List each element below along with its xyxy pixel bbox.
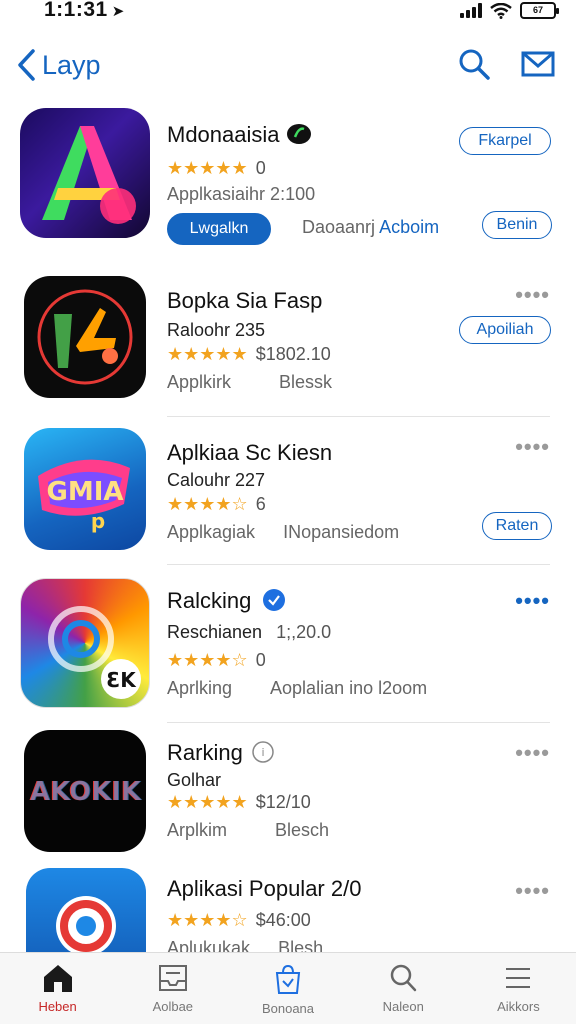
info-badge-icon: i bbox=[252, 741, 274, 763]
app-name: Aplkiaa Sc Kiesn bbox=[167, 440, 333, 465]
app-meta: Reschianen 1;,20.0 bbox=[167, 622, 332, 642]
mail-icon[interactable] bbox=[520, 46, 556, 82]
tab-label: Heben bbox=[38, 999, 77, 1014]
status-time: 1:1:31 ➤ bbox=[44, 0, 125, 21]
app-logo-icon: ƐK bbox=[48, 606, 141, 699]
house-icon bbox=[43, 965, 72, 992]
app-logo-icon bbox=[37, 289, 133, 385]
list-item[interactable]: AKOKIK AKOKIK Rarking i Golhar ★★★★★ $12/… bbox=[0, 730, 576, 880]
more-options-icon[interactable]: •••• bbox=[515, 434, 550, 460]
app-name: Rarking i bbox=[167, 740, 275, 766]
search-icon bbox=[390, 964, 417, 992]
action-button[interactable]: Fkarpel bbox=[459, 127, 551, 155]
status-bar: 1:1:31 ➤ 67 bbox=[0, 0, 576, 26]
svg-text:i: i bbox=[261, 746, 264, 759]
search-icon[interactable] bbox=[456, 46, 492, 82]
signal-icon bbox=[460, 3, 482, 18]
secondary-button[interactable]: Benin bbox=[482, 211, 552, 239]
status-icons: 67 bbox=[460, 2, 559, 19]
more-options-icon[interactable]: •••• bbox=[515, 740, 550, 766]
app-meta: Applkasiaihr 2:100 bbox=[167, 184, 316, 204]
app-name: Mdonaaisia bbox=[167, 122, 312, 148]
rating-stars: ★★★★★ 0 bbox=[167, 158, 266, 178]
nav-bar: Layp bbox=[0, 40, 576, 92]
app-icon[interactable]: AKOKIK AKOKIK bbox=[24, 730, 146, 852]
more-options-icon[interactable]: •••• bbox=[515, 588, 550, 614]
tab-menu[interactable]: Aikkors bbox=[461, 953, 576, 1024]
svg-text:p: p bbox=[91, 509, 105, 533]
list-item[interactable]: Mdonaaisia ★★★★★ 0 Applkasiaihr 2:100 Lwg… bbox=[0, 108, 576, 258]
rating-stars: ★★★★★ $1802.10 bbox=[167, 344, 331, 364]
app-meta: Applkirk Blessk bbox=[167, 372, 333, 392]
tab-search[interactable]: Naleon bbox=[346, 953, 461, 1024]
app-icon[interactable] bbox=[26, 868, 146, 952]
divider bbox=[167, 722, 550, 723]
menu-icon bbox=[506, 968, 531, 988]
app-name: Bopka Sia Fasp bbox=[167, 288, 323, 313]
location-arrow-icon: ➤ bbox=[111, 3, 125, 20]
back-button[interactable]: Layp bbox=[16, 48, 101, 82]
battery-icon: 67 bbox=[520, 2, 559, 19]
tab-label: Aolbae bbox=[152, 999, 194, 1014]
app-icon[interactable]: GMIA p bbox=[24, 428, 146, 550]
tab-inbox[interactable]: Aolbae bbox=[115, 953, 230, 1024]
tab-label: Aikkors bbox=[497, 999, 540, 1014]
rating-stars: ★★★★☆ $46:00 bbox=[167, 910, 311, 930]
wifi-icon bbox=[490, 2, 512, 19]
tab-bar: Heben Aolbae Bonoana Naleon Aikkors bbox=[0, 952, 576, 1024]
app-meta: Raloohr 235 bbox=[167, 320, 266, 340]
app-logo-icon bbox=[42, 126, 136, 224]
install-button[interactable]: Lwgalkn bbox=[167, 213, 271, 245]
rating-stars: ★★★★★ $12/10 bbox=[167, 792, 311, 812]
app-meta: Calouhr 227 bbox=[167, 470, 266, 490]
more-options-icon[interactable]: •••• bbox=[515, 282, 550, 308]
app-meta: Applkagiak INopansiedom bbox=[167, 522, 400, 542]
back-label: Layp bbox=[42, 49, 101, 80]
app-icon[interactable]: ƐK bbox=[20, 578, 150, 708]
list-item[interactable]: Bopka Sia Fasp Raloohr 235 ★★★★★ $1802.10… bbox=[0, 276, 576, 426]
inbox-icon bbox=[158, 965, 187, 991]
tab-label: Naleon bbox=[382, 999, 424, 1014]
app-logo-icon bbox=[56, 896, 116, 952]
tab-apps[interactable]: Bonoana bbox=[230, 953, 345, 1024]
action-button[interactable]: Raten bbox=[482, 512, 552, 540]
app-meta: Golhar bbox=[167, 770, 222, 790]
app-name: Aplikasi Popular 2/0 bbox=[167, 876, 362, 901]
tab-home[interactable]: Heben bbox=[0, 953, 115, 1024]
svg-text:AKOKIK: AKOKIK bbox=[30, 777, 142, 807]
svg-text:GMIA: GMIA bbox=[46, 477, 123, 507]
divider bbox=[167, 564, 550, 565]
leaf-badge-icon bbox=[286, 124, 311, 144]
list-item[interactable]: GMIA p Aplkiaa Sc Kiesn Calouhr 227 ★★★★… bbox=[0, 428, 576, 578]
app-meta: Arplkim Blesch bbox=[167, 820, 330, 840]
app-logo-icon: AKOKIK AKOKIK bbox=[29, 777, 142, 807]
app-icon[interactable] bbox=[24, 276, 146, 398]
app-meta: Aprlking Aoplalian ino l2oom bbox=[167, 678, 428, 698]
app-logo-icon: GMIA p bbox=[38, 459, 130, 533]
svg-text:ƐK: ƐK bbox=[106, 668, 137, 692]
tab-label: Bonoana bbox=[261, 1001, 315, 1016]
more-options-icon[interactable]: •••• bbox=[515, 878, 550, 904]
divider bbox=[167, 416, 550, 417]
list-item[interactable]: ƐK Ralcking Reschianen 1;,20.0 ★★★★☆ 0 Apr… bbox=[0, 578, 576, 728]
app-icon[interactable] bbox=[20, 108, 150, 238]
verified-badge-icon bbox=[262, 589, 285, 611]
app-name: Ralcking bbox=[167, 588, 286, 614]
rating-stars: ★★★★☆ 0 bbox=[167, 650, 266, 670]
app-meta-extra: Daoaanrj Acboim bbox=[302, 217, 440, 237]
rating-stars: ★★★★☆ 6 bbox=[167, 494, 266, 514]
chevron-left-icon bbox=[18, 49, 35, 81]
action-button[interactable]: Apoiliah bbox=[459, 316, 551, 344]
app-bag-icon bbox=[275, 964, 301, 994]
